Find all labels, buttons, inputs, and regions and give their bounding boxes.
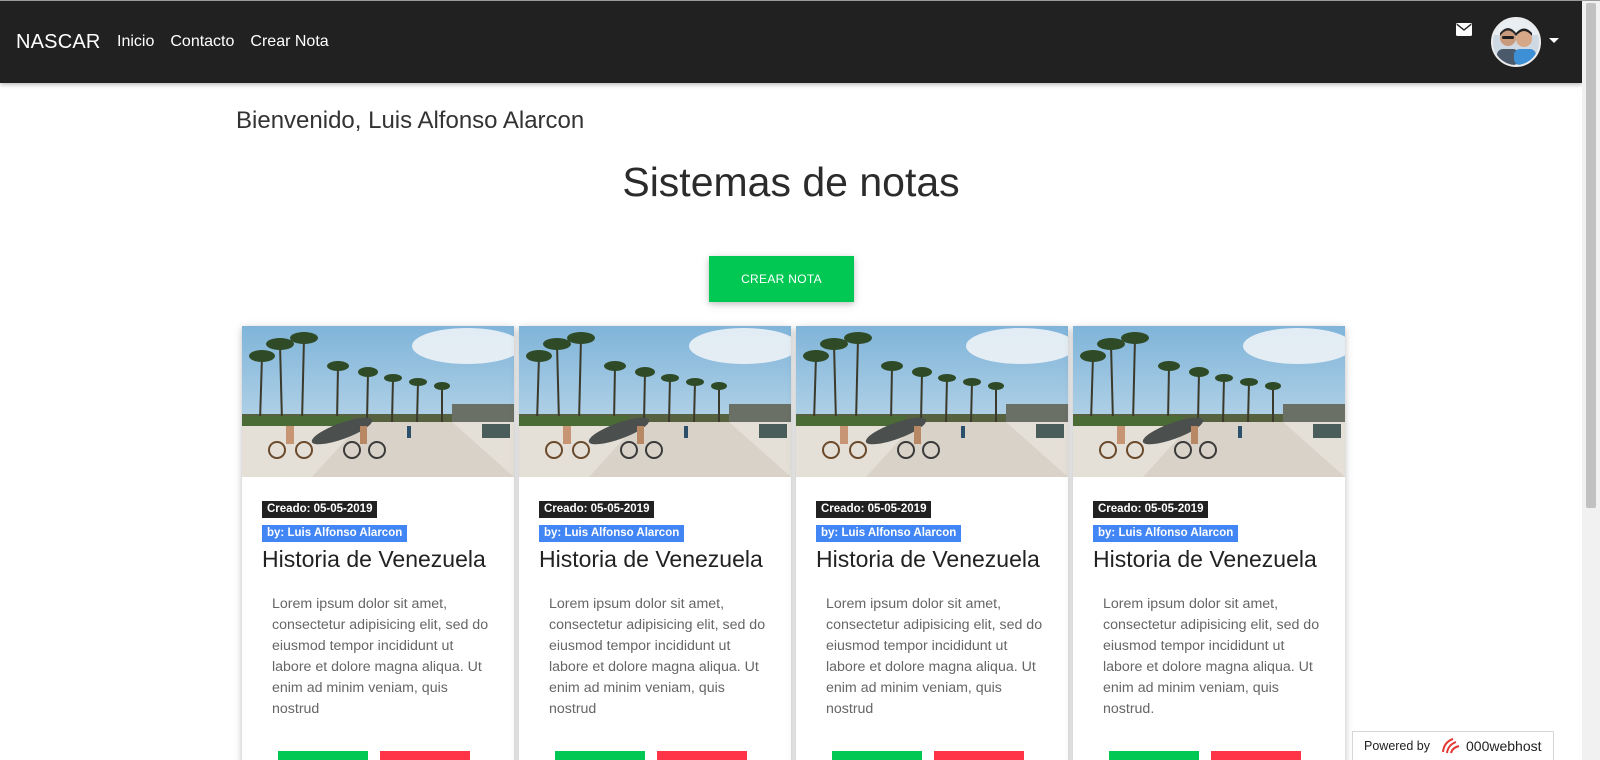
card-text: Lorem ipsum dolor sit amet, consectetur …: [1103, 596, 1320, 717]
card-image: [796, 326, 1068, 477]
powered-by-label: Powered by: [1364, 739, 1431, 753]
created-date-badge: Creado: 05-05-2019: [262, 501, 378, 518]
envelope-icon[interactable]: [1456, 23, 1472, 36]
beach-photo: [519, 326, 791, 477]
card-green-button[interactable]: [832, 751, 922, 760]
welcome-message: Bienvenido, Luis Alfonso Alarcon: [236, 107, 585, 134]
card-green-button[interactable]: [1109, 751, 1199, 760]
note-card: Creado: 05-05-2019 by: Luis Alfonso Alar…: [519, 326, 791, 760]
page-title: Sistemas de notas: [622, 159, 960, 205]
author-badge: by: Luis Alfonso Alarcon: [816, 525, 962, 542]
card-image: [519, 326, 791, 477]
note-card: Creado: 05-05-2019 by: Luis Alfonso Alar…: [242, 326, 514, 760]
card-title: Historia de Venezuela: [539, 546, 763, 572]
card-image: [242, 326, 514, 477]
user-avatar[interactable]: [1491, 17, 1541, 67]
author-badge: by: Luis Alfonso Alarcon: [1093, 525, 1239, 542]
card-green-button[interactable]: [555, 751, 645, 760]
card-title: Historia de Venezuela: [1093, 546, 1317, 572]
card-title: Historia de Venezuela: [816, 546, 1040, 572]
note-card: Creado: 05-05-2019 by: Luis Alfonso Alar…: [796, 326, 1068, 760]
caret-down-icon[interactable]: [1549, 38, 1559, 43]
webhost-logo-icon: [1442, 738, 1460, 754]
notes-card-list: Creado: 05-05-2019 by: Luis Alfonso Alar…: [242, 326, 1345, 760]
card-title: Historia de Venezuela: [262, 546, 486, 572]
beach-photo: [796, 326, 1068, 477]
card-red-button[interactable]: [380, 751, 470, 760]
author-badge: by: Luis Alfonso Alarcon: [539, 525, 685, 542]
nav-link-inicio[interactable]: Inicio: [117, 33, 154, 51]
nav-link-crear-nota[interactable]: Crear Nota: [250, 33, 328, 51]
card-green-button[interactable]: [278, 751, 368, 760]
card-red-button[interactable]: [1211, 751, 1301, 760]
nav-link-contacto[interactable]: Contacto: [170, 33, 234, 51]
powered-by-badge[interactable]: Powered by 000webhost: [1352, 731, 1554, 760]
powered-by-brand: 000webhost: [1466, 738, 1542, 754]
card-image: [1073, 326, 1345, 477]
created-date-badge: Creado: 05-05-2019: [539, 501, 655, 518]
created-date-badge: Creado: 05-05-2019: [1093, 501, 1209, 518]
author-badge: by: Luis Alfonso Alarcon: [262, 525, 408, 542]
avatar-photo: [1493, 19, 1539, 65]
beach-photo: [242, 326, 514, 477]
top-navbar: NASCAR Inicio Contacto Crear Nota: [0, 1, 1582, 83]
card-text: Lorem ipsum dolor sit amet, consectetur …: [826, 596, 1043, 717]
browser-viewport: NASCAR Inicio Contacto Crear Nota Bienve…: [0, 0, 1600, 760]
card-red-button[interactable]: [934, 751, 1024, 760]
card-red-button[interactable]: [657, 751, 747, 760]
card-text: Lorem ipsum dolor sit amet, consectetur …: [272, 596, 489, 717]
scrollbar-thumb[interactable]: [1586, 3, 1596, 508]
created-date-badge: Creado: 05-05-2019: [816, 501, 932, 518]
card-text: Lorem ipsum dolor sit amet, consectetur …: [549, 596, 766, 717]
beach-photo: [1073, 326, 1345, 477]
note-card: Creado: 05-05-2019 by: Luis Alfonso Alar…: [1073, 326, 1345, 760]
navbar-brand[interactable]: NASCAR: [16, 31, 101, 54]
create-note-button[interactable]: CREAR NOTA: [709, 256, 854, 302]
nav-links: Inicio Contacto Crear Nota: [117, 33, 345, 51]
vertical-scrollbar[interactable]: [1582, 1, 1600, 760]
